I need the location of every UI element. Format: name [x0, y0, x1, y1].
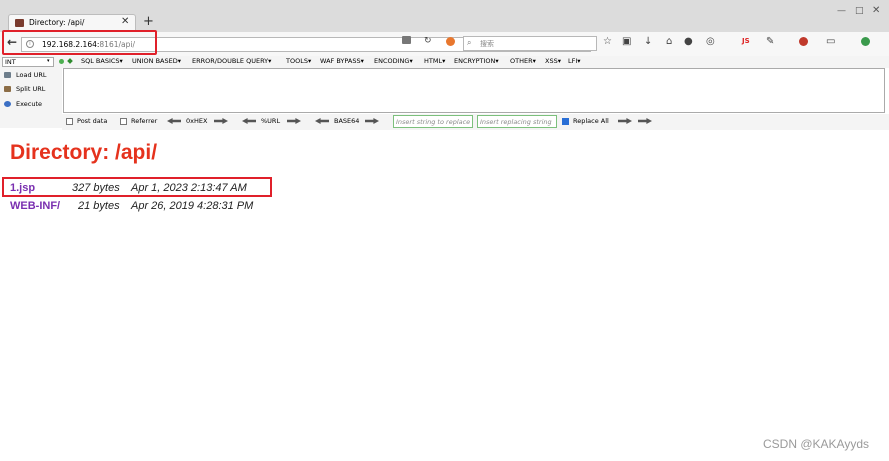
- watermark: CSDN @KAKAyyds: [763, 437, 869, 451]
- extension-globe-icon[interactable]: ●: [684, 36, 693, 47]
- close-tab-icon[interactable]: ✕: [121, 16, 129, 27]
- split-url-icon: [4, 86, 11, 92]
- extension-box-icon[interactable]: ▭: [826, 36, 835, 47]
- menu-encoding[interactable]: ENCODING▾: [374, 57, 413, 65]
- search-bar[interactable]: ⌕ 搜索: [463, 36, 597, 51]
- file-link-web-inf[interactable]: WEB-INF/: [10, 200, 60, 212]
- home-icon[interactable]: ⌂: [666, 36, 672, 47]
- referrer-label: Referrer: [131, 117, 158, 125]
- menu-error-double-query[interactable]: ERROR/DOUBLE QUERY▾: [192, 57, 271, 65]
- load-url-icon: [4, 72, 11, 78]
- split-url-button[interactable]: Split URL: [4, 85, 45, 93]
- menu-label: XSS: [545, 57, 558, 65]
- execute-button[interactable]: Execute: [4, 100, 42, 108]
- row-highlight-box: [2, 177, 272, 197]
- hackbar-url-textarea[interactable]: [63, 68, 885, 113]
- extension-red-icon[interactable]: [799, 37, 808, 46]
- diamond-icon: [67, 58, 73, 64]
- post-data-checkbox[interactable]: [66, 118, 73, 125]
- url-decode-icon[interactable]: [287, 118, 301, 124]
- menu-label: LFI: [568, 57, 578, 65]
- page-title: Directory: /api/: [10, 141, 158, 164]
- insert-replacing-input[interactable]: Insert replacing string: [477, 115, 557, 128]
- search-placeholder: 搜索: [480, 40, 494, 48]
- referrer-checkbox[interactable]: [120, 118, 127, 125]
- hackbar-menu: INT ▾ SQL BASICS▾ UNION BASED▾ ERROR/DOU…: [0, 56, 889, 68]
- url-encoding-label: %URL: [261, 117, 281, 125]
- extension-refresh-icon[interactable]: ◎: [706, 36, 715, 47]
- hex-encode-icon[interactable]: [167, 118, 181, 124]
- load-url-button[interactable]: Load URL: [4, 71, 47, 79]
- minimize-icon[interactable]: —: [837, 6, 846, 16]
- menu-lfi[interactable]: LFI▾: [568, 57, 581, 65]
- int-select[interactable]: INT ▾: [2, 57, 54, 67]
- replace-all-label: Replace All: [573, 117, 609, 125]
- base64-decode-icon[interactable]: [365, 118, 379, 124]
- chevron-down-icon: ▾: [47, 58, 50, 64]
- base64-label: BASE64: [334, 117, 360, 125]
- bookmark-star-icon[interactable]: ☆: [603, 36, 612, 47]
- split-url-label: Split URL: [16, 85, 46, 93]
- menu-label: SQL BASICS: [81, 57, 120, 65]
- reader-mode-icon[interactable]: [402, 36, 411, 44]
- status-dot-icon: [59, 59, 64, 64]
- menu-sql-basics[interactable]: SQL BASICS▾: [81, 57, 123, 65]
- menu-waf-bypass[interactable]: WAF BYPASS▾: [320, 57, 364, 65]
- menu-label: ENCODING: [374, 57, 410, 65]
- hex-label: 0xHEX: [186, 117, 208, 125]
- menu-label: WAF BYPASS: [320, 57, 361, 65]
- file-size: 21 bytes: [78, 200, 120, 212]
- menu-label: HTML: [424, 57, 443, 65]
- window-close-icon[interactable]: ✕: [872, 5, 880, 16]
- favicon-icon: [15, 19, 24, 27]
- load-url-label: Load URL: [16, 71, 47, 79]
- int-select-value: INT: [5, 58, 16, 66]
- replace-all-checkbox[interactable]: [562, 118, 569, 125]
- menu-label: ERROR/DOUBLE QUERY: [192, 57, 269, 65]
- menu-union-based[interactable]: UNION BASED▾: [132, 57, 181, 65]
- new-tab-icon[interactable]: +: [143, 14, 154, 29]
- menu-tools[interactable]: TOOLS▾: [286, 57, 311, 65]
- url-highlight-box: [2, 30, 157, 55]
- url-encode-icon[interactable]: [242, 118, 256, 124]
- menu-label: UNION BASED: [132, 57, 178, 65]
- file-date: Apr 26, 2019 4:28:31 PM: [131, 200, 254, 212]
- tab-title: Directory: /api/: [29, 18, 85, 27]
- download-icon[interactable]: ↓: [644, 36, 652, 47]
- execute-icon: [4, 101, 11, 107]
- post-data-label: Post data: [77, 117, 108, 125]
- replace-apply-icon[interactable]: [618, 118, 632, 124]
- tools-icon[interactable]: ✎: [766, 36, 774, 47]
- menu-xss[interactable]: XSS▾: [545, 57, 561, 65]
- menu-label: ENCRYPTION: [454, 57, 496, 65]
- menu-other[interactable]: OTHER▾: [510, 57, 536, 65]
- menu-encryption[interactable]: ENCRYPTION▾: [454, 57, 499, 65]
- hackbar-side-panel: Load URL Split URL Execute: [0, 68, 62, 128]
- menu-html[interactable]: HTML▾: [424, 57, 445, 65]
- tab-bar: Directory: /api/ ✕ + — □ ✕: [0, 0, 889, 32]
- menu-label: OTHER: [510, 57, 533, 65]
- insert-string-input[interactable]: Insert string to replace: [393, 115, 473, 128]
- replace-apply-alt-icon[interactable]: [638, 118, 652, 124]
- clipboard-icon[interactable]: ▣: [622, 36, 631, 47]
- search-engine-icon[interactable]: [446, 37, 455, 46]
- js-toggle-icon[interactable]: JS: [742, 37, 750, 45]
- maximize-icon[interactable]: □: [855, 6, 864, 16]
- search-icon: ⌕: [467, 38, 472, 47]
- execute-label: Execute: [16, 100, 42, 108]
- hex-decode-icon[interactable]: [214, 118, 228, 124]
- reload-icon[interactable]: ↻: [424, 36, 432, 46]
- base64-encode-icon[interactable]: [315, 118, 329, 124]
- menu-label: TOOLS: [286, 57, 308, 65]
- extension-green-icon[interactable]: [861, 37, 870, 46]
- hackbar-options: Post data Referrer 0xHEX %URL BASE64 Ins…: [62, 114, 889, 130]
